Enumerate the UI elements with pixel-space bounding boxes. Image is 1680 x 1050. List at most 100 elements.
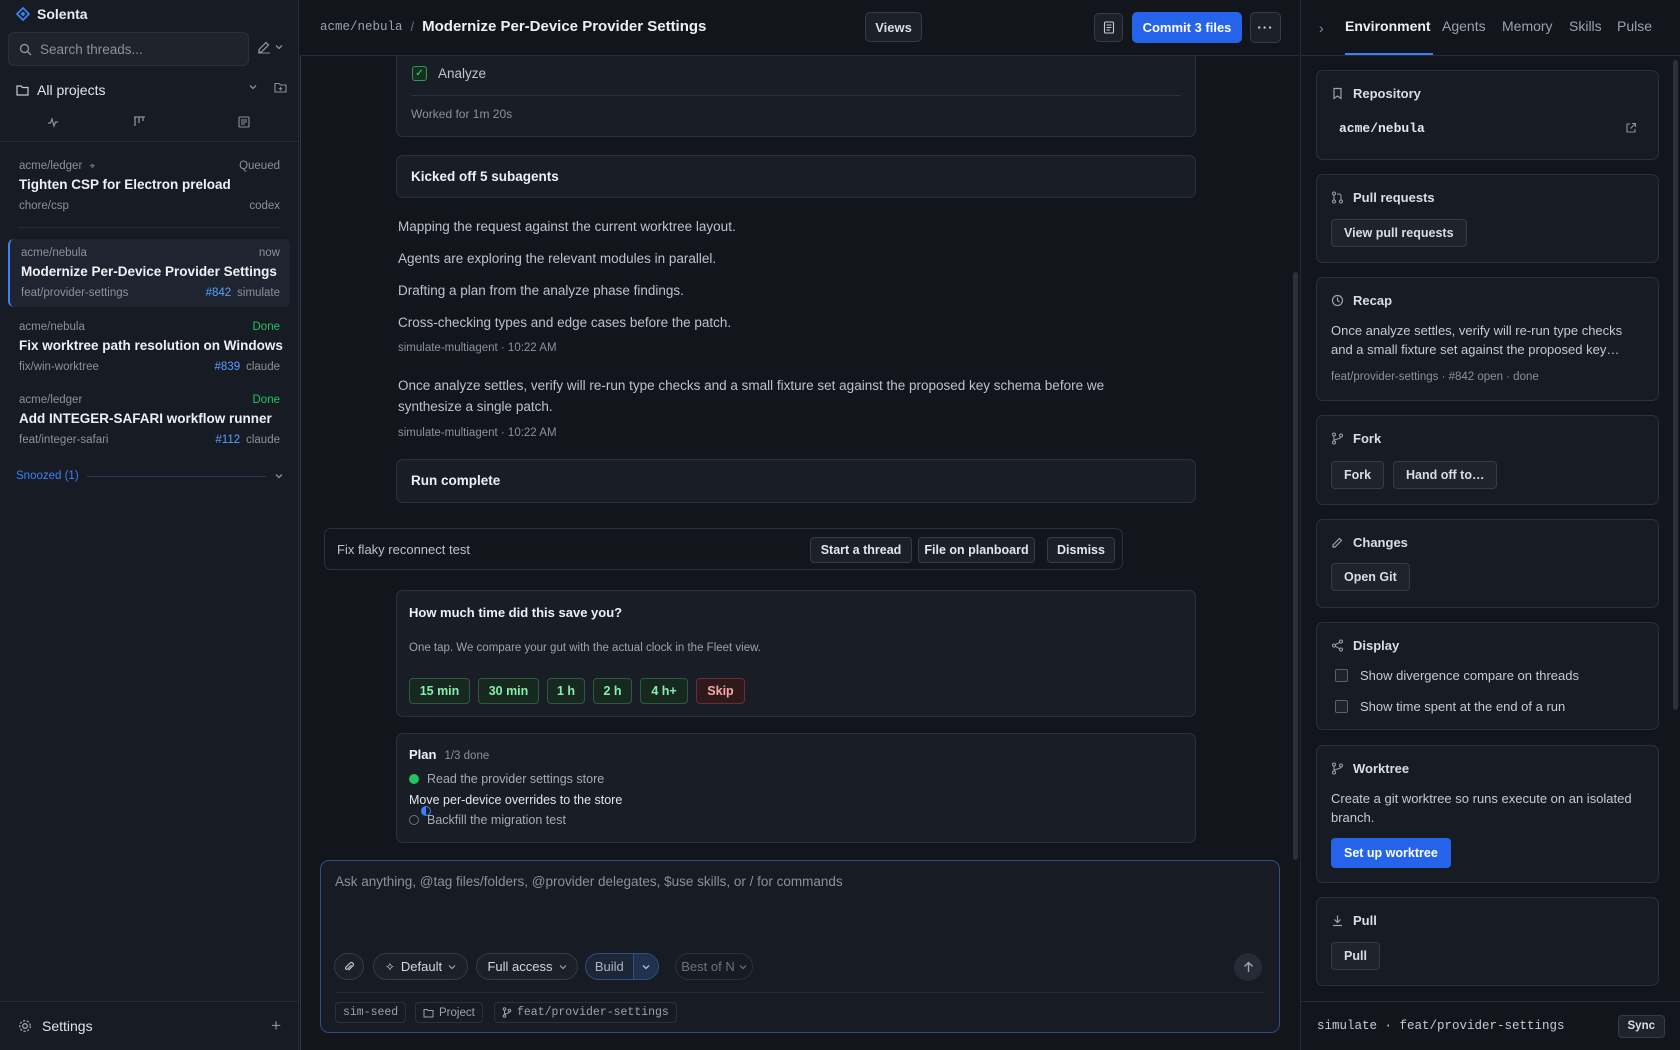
plan-item: Read the provider settings store [409, 772, 604, 786]
tab-skills[interactable]: Skills [1569, 18, 1602, 34]
activity-icon[interactable] [47, 116, 59, 131]
repository-section: Repository acme/nebula [1316, 70, 1659, 160]
breadcrumb: acme/nebula / Modernize Per-Device Provi… [320, 18, 706, 35]
snoozed-toggle[interactable]: Snoozed (1) [16, 470, 284, 482]
time-spent-toggle[interactable]: Show time spent at the end of a run [1335, 699, 1565, 714]
time-option-button[interactable]: 4 h+ [640, 678, 688, 704]
search-box[interactable] [8, 32, 249, 66]
thread-branch: chore/csp [19, 199, 69, 212]
section-title: Display [1353, 638, 1400, 653]
survey-question: How much time did this save you? [409, 605, 623, 620]
agent-message: Agents are exploring the relevant module… [398, 251, 717, 266]
send-button[interactable] [1234, 953, 1262, 981]
settings-button[interactable]: Settings [18, 1018, 93, 1034]
thread-item[interactable]: acme/nebula Done Fix worktree path resolu… [8, 313, 290, 379]
chevron-down-icon[interactable] [632, 954, 658, 979]
thread-item-active[interactable]: acme/nebula now Modernize Per-Device Prov… [8, 239, 290, 307]
page-title: Modernize Per-Device Provider Settings [422, 18, 707, 35]
thread-item[interactable]: acme/ledger Done Add INTEGER-SAFARI workf… [8, 386, 290, 452]
thread-status: Done [252, 321, 281, 333]
checkbox[interactable] [1335, 700, 1348, 713]
board-icon[interactable] [133, 116, 146, 131]
thread-item[interactable]: acme/ledger ⌖ Queued Tighten CSP for Elec… [8, 152, 290, 218]
recap-section: Recap Once analyze settles, verify will … [1316, 277, 1659, 401]
project-chip[interactable]: Project [415, 1002, 483, 1023]
worked-duration: Worked for 1m 20s [411, 107, 513, 121]
views-button[interactable]: Views [865, 12, 922, 42]
breadcrumb-repo[interactable]: acme/nebula [320, 20, 403, 34]
section-header: Pull requests [1331, 190, 1435, 205]
new-thread-button[interactable] [257, 40, 283, 54]
arrow-up-icon [1243, 961, 1253, 972]
sync-button[interactable]: Sync [1617, 1014, 1665, 1038]
active-tab-indicator [1345, 53, 1433, 55]
suggestion-text: Fix flaky reconnect test [337, 542, 470, 557]
card-divider [411, 95, 1181, 96]
tab-pulse[interactable]: Pulse [1617, 18, 1652, 34]
fork-button[interactable]: Fork [1331, 461, 1385, 489]
analyze-step-card: ✓ Analyze Worked for 1m 20s [396, 56, 1196, 137]
access-dropdown[interactable]: Full access [476, 953, 578, 980]
view-pull-requests-button[interactable]: View pull requests [1331, 219, 1467, 247]
commit-button[interactable]: Commit 3 files [1132, 12, 1242, 43]
document-button[interactable] [1094, 13, 1123, 42]
thread-pr-link[interactable]: #839 [215, 361, 241, 373]
time-option-button[interactable]: 30 min [478, 678, 539, 704]
project-selector[interactable]: All projects [16, 79, 287, 101]
best-of-n-dropdown[interactable]: Best of N [675, 953, 753, 980]
chevron-down-icon[interactable] [248, 82, 258, 92]
start-thread-button[interactable]: Start a thread [810, 537, 912, 563]
list-icon[interactable] [238, 116, 250, 131]
analyze-label: Analyze [438, 66, 487, 81]
tab-memory[interactable]: Memory [1502, 18, 1553, 34]
todo-status-icon [409, 815, 419, 825]
search-input[interactable] [40, 41, 230, 57]
section-header: Pull [1331, 913, 1377, 928]
dismiss-button[interactable]: Dismiss [1047, 537, 1115, 563]
tab-agents[interactable]: Agents [1442, 18, 1486, 34]
divergence-compare-toggle[interactable]: Show divergence compare on threads [1335, 668, 1579, 683]
run-complete-banner[interactable]: Run complete [396, 459, 1196, 503]
main-scrollbar[interactable] [1293, 272, 1298, 860]
right-panel-scrollbar[interactable] [1673, 60, 1678, 710]
hand-off-button[interactable]: Hand off to… [1393, 461, 1498, 489]
external-link-icon[interactable] [1625, 122, 1637, 137]
compose-icon [258, 41, 270, 54]
subagents-banner[interactable]: Kicked off 5 subagents [396, 155, 1196, 198]
time-option-button[interactable]: 1 h [547, 678, 585, 704]
folder-icon [423, 1008, 434, 1017]
build-label[interactable]: Build [586, 959, 633, 974]
time-option-button[interactable]: 2 h [593, 678, 632, 704]
thread-branch: fix/win-worktree [19, 360, 99, 373]
section-title: Worktree [1353, 761, 1410, 776]
build-split-button[interactable]: Build [585, 953, 659, 980]
thread-pr-link[interactable]: #842 [206, 287, 232, 299]
file-on-planboard-button[interactable]: File on planboard [918, 537, 1035, 563]
open-git-button[interactable]: Open Git [1331, 563, 1410, 591]
subagents-label: Kicked off 5 subagents [411, 169, 559, 184]
mode-dropdown[interactable]: ✧ Default [373, 953, 468, 980]
thread-pr-link[interactable]: #112 [215, 434, 240, 446]
thread-title: Add INTEGER-SAFARI workflow runner [19, 411, 272, 426]
add-folder-icon[interactable] [274, 82, 287, 93]
check-icon: ✓ [412, 66, 427, 81]
set-up-worktree-button[interactable]: Set up worktree [1331, 838, 1451, 868]
time-option-button[interactable]: 15 min [409, 678, 470, 704]
add-icon[interactable]: + [271, 1016, 281, 1036]
plan-item: Backfill the migration test [409, 813, 566, 827]
checkbox[interactable] [1335, 669, 1348, 682]
plan-card: Plan 1/3 done Read the provider settings … [396, 733, 1196, 843]
branch-chip[interactable]: feat/provider-settings [494, 1002, 677, 1023]
message-meta: simulate-multiagent · 10:22 AM [398, 342, 557, 354]
more-options-button[interactable]: ··· [1250, 12, 1281, 43]
prompt-input[interactable] [335, 874, 1255, 918]
attach-button[interactable] [334, 953, 364, 980]
tab-environment[interactable]: Environment [1345, 18, 1431, 34]
skip-button[interactable]: Skip [696, 678, 745, 704]
seed-chip[interactable]: sim-seed [335, 1002, 407, 1023]
section-title: Changes [1353, 535, 1408, 550]
collapse-panel-icon[interactable]: › [1319, 20, 1324, 36]
fork-icon [1332, 432, 1343, 445]
pull-button[interactable]: Pull [1331, 942, 1380, 970]
sidebar-view-switcher [0, 112, 299, 138]
